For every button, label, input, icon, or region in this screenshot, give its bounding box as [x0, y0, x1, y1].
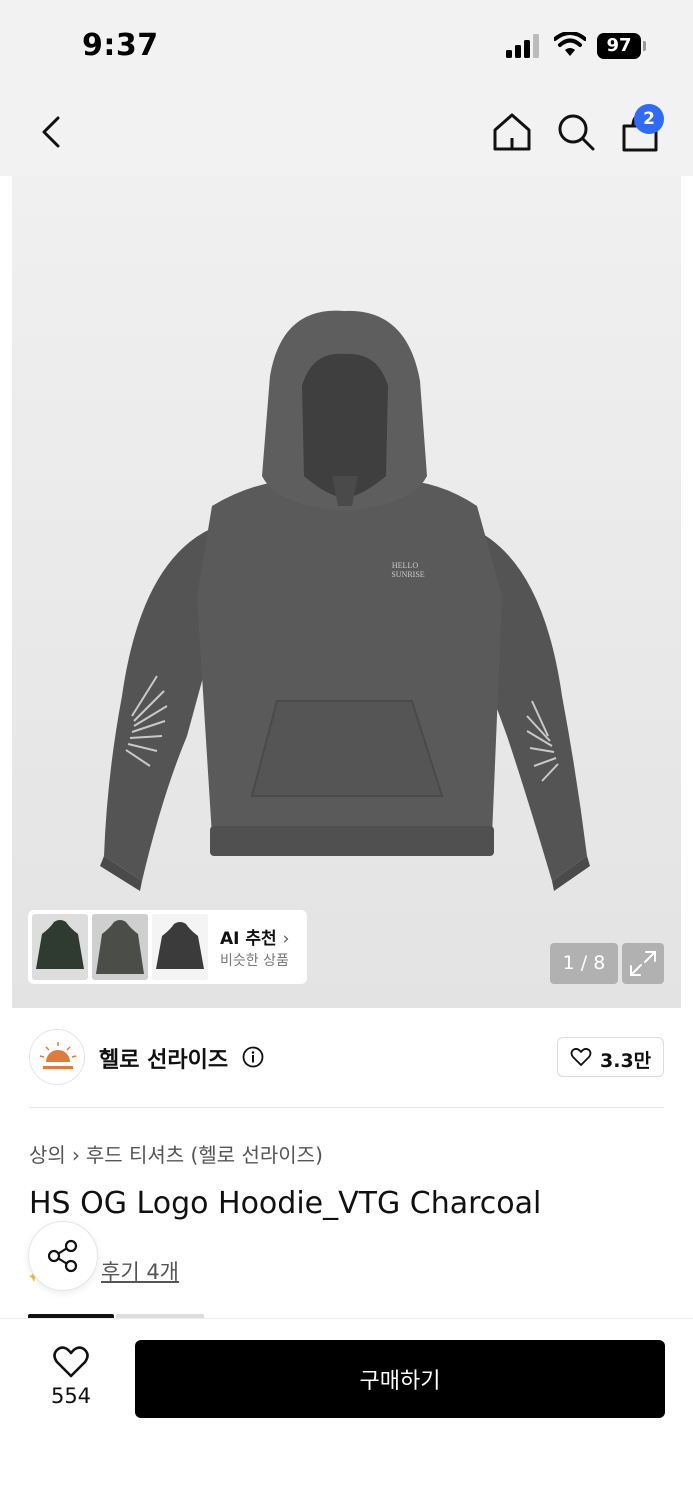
sunrise-logo-icon — [39, 1042, 77, 1069]
follow-count: 3.3만 — [600, 1050, 652, 1072]
brand-name[interactable]: 헬로 선라이즈 — [99, 1042, 228, 1074]
top-nav — [0, 88, 693, 176]
search-icon[interactable] — [554, 110, 598, 154]
ai-title: AI 추천 › — [220, 924, 289, 949]
svg-text:SUNRISE: SUNRISE — [391, 570, 424, 579]
recommend-thumb-2[interactable] — [92, 914, 148, 980]
battery-level: 97 — [597, 33, 641, 59]
divider — [29, 1107, 664, 1108]
back-icon[interactable] — [32, 110, 72, 154]
product-title: HS OG Logo Hoodie_VTG Charcoal — [29, 1186, 542, 1221]
battery-icon: 97 — [597, 33, 647, 59]
buy-button[interactable]: 구매하기 — [135, 1340, 665, 1418]
share-button[interactable] — [28, 1221, 98, 1291]
home-icon[interactable] — [490, 110, 534, 154]
breadcrumb-sub-category[interactable]: 후드 티셔츠 (헬로 선라이즈) — [86, 1139, 323, 1168]
page-indicator: 1 / 8 — [550, 943, 618, 984]
chevron-right-icon: › — [282, 929, 290, 949]
ai-title-text: AI 추천 — [220, 929, 277, 949]
hoodie-image: HELLO SUNRISE — [100, 310, 590, 891]
chevron-right-icon: › — [71, 1143, 80, 1167]
svg-text:HELLO: HELLO — [392, 561, 418, 570]
battery-tip — [643, 41, 646, 51]
expand-button[interactable] — [622, 943, 664, 984]
wifi-icon — [554, 32, 586, 56]
breadcrumb: 상의 › 후드 티셔츠 (헬로 선라이즈) — [29, 1139, 323, 1168]
ai-subtitle: 비슷한 상품 — [220, 953, 289, 969]
follow-brand-button[interactable]: 3.3만 — [557, 1037, 664, 1077]
info-icon[interactable] — [242, 1046, 264, 1068]
signal-icon — [506, 34, 539, 58]
heart-icon — [570, 1047, 592, 1066]
recommend-thumb-3[interactable] — [152, 914, 208, 980]
status-time: 9:37 — [82, 28, 159, 63]
status-bar: 9:37 97 — [0, 0, 693, 88]
review-link[interactable]: 후기 4개 — [101, 1256, 179, 1286]
recommend-thumb-1[interactable] — [32, 914, 88, 980]
ai-recommendation[interactable]: AI 추천 › 비슷한 상품 — [28, 910, 307, 984]
cart-count-badge: 2 — [634, 104, 664, 134]
share-icon — [47, 1239, 78, 1273]
heart-icon[interactable] — [52, 1345, 90, 1379]
brand-logo[interactable] — [29, 1029, 85, 1085]
like-count: 554 — [50, 1384, 92, 1408]
product-image[interactable]: HELLO SUNRISE — [12, 176, 681, 1008]
breadcrumb-category[interactable]: 상의 — [29, 1139, 66, 1168]
expand-icon — [630, 951, 656, 976]
